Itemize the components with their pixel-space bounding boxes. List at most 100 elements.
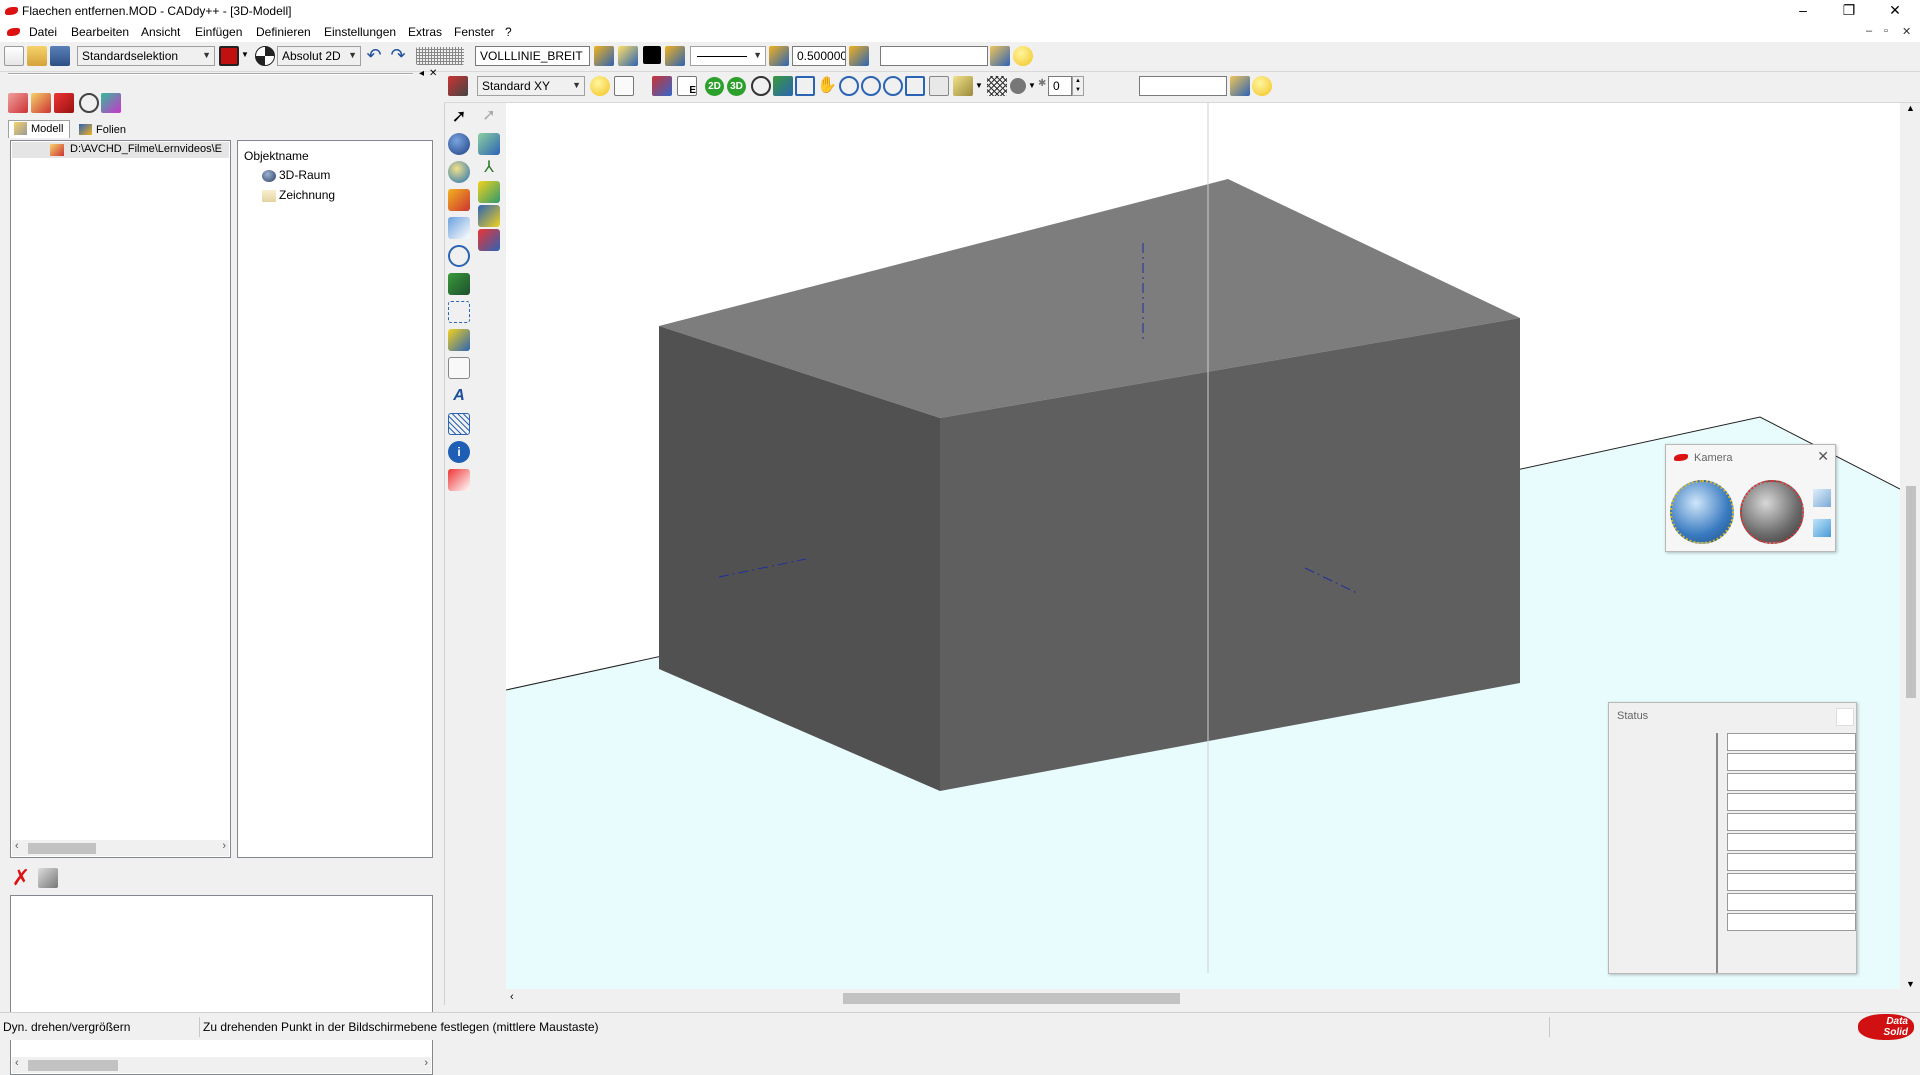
chevron-down-icon[interactable]: ▼ — [241, 50, 249, 59]
mdi-close-button[interactable]: ✕ — [1902, 25, 1911, 38]
menu-fenster[interactable]: Fenster — [454, 25, 495, 39]
extrude-icon[interactable] — [478, 229, 500, 251]
zoom-previous-icon[interactable] — [905, 76, 925, 96]
hatch-tool-icon[interactable] — [448, 413, 470, 435]
info-icon[interactable]: i — [448, 441, 470, 463]
tree-horizontal-scrollbar[interactable]: ‹ › — [12, 840, 229, 856]
box-solid-icon[interactable] — [478, 133, 500, 155]
camera-box-icon[interactable] — [1813, 489, 1831, 507]
clipboard-icon[interactable] — [38, 868, 58, 888]
menu-help[interactable]: ? — [505, 25, 512, 39]
view-plane-select[interactable]: Standard XY ▼ — [477, 76, 585, 96]
object-manager-icon[interactable] — [1230, 76, 1250, 96]
snap-point-icon[interactable] — [448, 301, 470, 323]
rotate-view-icon[interactable] — [751, 76, 771, 96]
axis-icon[interactable]: ⅄ — [478, 157, 500, 179]
select-arrow-icon[interactable]: ➚ — [448, 105, 470, 127]
document-logo-icon[interactable] — [7, 28, 20, 36]
shading-cube-icon[interactable] — [953, 76, 973, 96]
transform-icon[interactable] — [448, 357, 470, 379]
sphere-tool-icon[interactable] — [448, 133, 470, 155]
status-splitter[interactable] — [1716, 733, 1718, 973]
viewport-horizontal-scrollbar[interactable]: ‹ — [506, 989, 1902, 1007]
redo-icon[interactable]: ↷ — [388, 46, 408, 66]
panel-pin-button[interactable]: ◂ — [419, 68, 424, 79]
open-folder-icon[interactable] — [27, 46, 47, 66]
delete-object-icon[interactable] — [54, 93, 74, 113]
text-tool-icon[interactable]: A — [448, 385, 470, 407]
linetype-layer-icon[interactable] — [665, 46, 685, 66]
scroll-left-icon[interactable]: ‹ — [15, 1057, 19, 1069]
scroll-down-icon[interactable]: ▼ — [1906, 979, 1915, 989]
spin-value-field[interactable]: 0 — [1048, 76, 1072, 96]
selection-mode-select[interactable]: Standardselektion ▼ — [77, 46, 215, 66]
zoom-out-icon[interactable] — [861, 76, 881, 96]
menu-einstellungen[interactable]: Einstellungen — [324, 25, 396, 39]
dimension-icon[interactable] — [448, 329, 470, 351]
camera-orbit-globe-icon[interactable] — [1670, 480, 1734, 544]
filter-field[interactable] — [1139, 76, 1227, 96]
measure-pen-icon[interactable] — [448, 273, 470, 295]
properties-icon[interactable] — [101, 93, 121, 113]
camera-close-icon[interactable]: ✕ — [1817, 448, 1829, 465]
properties-box[interactable]: ‹ › — [10, 895, 433, 1075]
grid-icon[interactable] — [416, 47, 464, 65]
pen-layer-icon[interactable] — [849, 46, 869, 66]
crosshair-icon[interactable] — [255, 46, 275, 66]
menu-einfuegen[interactable]: Einfügen — [195, 25, 242, 39]
save-icon[interactable] — [50, 46, 70, 66]
modify-tool-icon[interactable] — [448, 217, 470, 239]
pencil-icon[interactable] — [448, 189, 470, 211]
view-2d-button[interactable]: 2D — [705, 77, 724, 96]
camera-target-globe-icon[interactable] — [1740, 480, 1804, 544]
menu-definieren[interactable]: Definieren — [256, 25, 311, 39]
draw-mode-icon[interactable] — [614, 76, 634, 96]
chevron-down-icon[interactable]: ▼ — [975, 81, 983, 90]
object-item-zeichnung[interactable]: Zeichnung — [279, 188, 335, 202]
object-item-3d-raum[interactable]: 3D-Raum — [279, 168, 330, 182]
edit-point-icon[interactable] — [652, 76, 672, 96]
folder-tree-icon[interactable] — [31, 93, 51, 113]
surface-patch-icon[interactable] — [478, 181, 500, 203]
status-close-button[interactable] — [1836, 708, 1854, 726]
camera-view-icon[interactable] — [1813, 519, 1831, 537]
file-tree[interactable]: D:\AVCHD_Filme\Lernvideos\E ‹ › — [10, 140, 231, 858]
lightbulb-icon[interactable] — [1013, 46, 1033, 66]
scroll-left-icon[interactable]: ‹ — [510, 991, 514, 1003]
view-3d-button[interactable]: 3D — [727, 77, 746, 96]
element-icon[interactable]: E — [677, 76, 697, 96]
object-light-icon[interactable] — [1252, 76, 1272, 96]
layer-filter-field[interactable] — [880, 46, 988, 66]
selection-frame-icon[interactable] — [219, 46, 239, 66]
scroll-left-icon[interactable]: ‹ — [15, 840, 19, 852]
zoom-all-icon[interactable] — [883, 76, 903, 96]
model-cube-icon[interactable] — [448, 76, 468, 96]
scroll-thumb[interactable] — [28, 1060, 118, 1071]
maximize-button[interactable]: ❐ — [1826, 0, 1872, 22]
menu-ansicht[interactable]: Ansicht — [141, 25, 180, 39]
coordinate-mode-select[interactable]: Absolut 2D ▼ — [277, 46, 361, 66]
spin-buttons[interactable]: ▲ ▼ — [1072, 76, 1084, 96]
panel-close-button[interactable]: ✕ — [429, 68, 437, 79]
menu-bearbeiten[interactable]: Bearbeiten — [71, 25, 129, 39]
pan-hand-icon[interactable]: ✋ — [817, 76, 837, 96]
tree-path[interactable]: D:\AVCHD_Filme\Lernvideos\E — [70, 143, 222, 155]
walk-icon[interactable] — [773, 76, 793, 96]
light-icon[interactable] — [590, 76, 610, 96]
scroll-thumb[interactable] — [843, 993, 1180, 1004]
layer-name-field[interactable]: VOLLLINIE_BREIT — [475, 46, 590, 66]
model-icon[interactable] — [8, 93, 28, 113]
tree-selected-row[interactable]: D:\AVCHD_Filme\Lernvideos\E — [12, 142, 229, 158]
hatch-icon[interactable] — [987, 76, 1007, 96]
linetype-select[interactable]: ▼ — [690, 46, 766, 66]
line-width-field[interactable]: 0.500000 — [792, 46, 846, 66]
scroll-thumb[interactable] — [28, 843, 96, 854]
object-list[interactable]: Objektname 3D-Raum Zeichnung — [237, 140, 433, 858]
color-swatch-icon[interactable] — [643, 46, 661, 64]
chevron-down-icon[interactable]: ▼ — [1028, 81, 1036, 90]
book-icon[interactable] — [478, 205, 500, 227]
viewport-vertical-scrollbar[interactable]: ▲ ▼ — [1902, 103, 1920, 989]
scroll-thumb[interactable] — [1906, 486, 1916, 698]
minimize-button[interactable]: – — [1780, 0, 1826, 22]
mdi-minimize-button[interactable]: – — [1866, 25, 1872, 37]
